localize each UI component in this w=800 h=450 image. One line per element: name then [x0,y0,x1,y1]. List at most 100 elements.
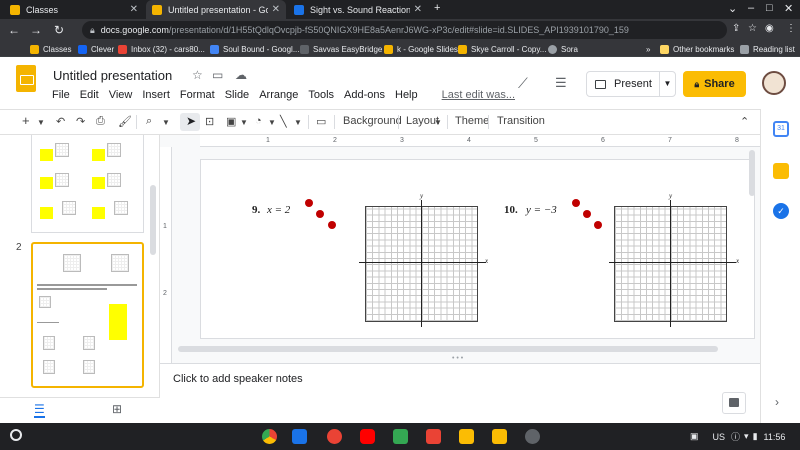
red-dot[interactable] [572,199,580,207]
document-title[interactable]: Untitled presentation [53,68,172,83]
star-icon[interactable]: ☆ [192,68,203,82]
background-button[interactable]: Background [343,115,402,127]
speaker-notes[interactable]: Click to add speaker notes [160,363,760,397]
menu-format[interactable]: Format [180,89,215,101]
theme-button[interactable]: Theme [455,115,489,127]
menu-tools[interactable]: Tools [308,89,334,101]
undo-icon[interactable]: ↶ [56,115,65,128]
image-icon[interactable]: ▣ [226,115,236,128]
settings-icon[interactable] [525,429,540,444]
tab-untitled-presentation[interactable]: Untitled presentation - Google Sl ✕ [146,0,286,19]
present-button[interactable]: Present ▼ [586,71,676,97]
menu-view[interactable]: View [109,89,133,101]
menu-file[interactable]: File [52,89,70,101]
tasks-icon[interactable]: ✓ [773,203,789,219]
line-icon[interactable]: ╲ [280,115,287,128]
bookmark-savvas[interactable]: Savvas EasyBridge [300,43,382,55]
files-icon[interactable] [292,429,307,444]
speaker-notes-placeholder[interactable]: Click to add speaker notes [173,373,303,385]
menu-slide[interactable]: Slide [225,89,249,101]
activity-trend-icon[interactable]: ⟋ [518,75,528,92]
chrome-icon[interactable] [262,429,277,444]
app-icon[interactable] [327,429,342,444]
slides-icon[interactable] [459,429,474,444]
menu-edit[interactable]: Edit [80,89,99,101]
filmstrip-view-icon[interactable]: ☰ [34,402,45,418]
new-slide-icon[interactable]: + [22,113,30,128]
slide[interactable]: 9. x = 2 x y 10. y = −3 x y [200,159,755,339]
select-tool-button[interactable]: ➤ [180,113,200,131]
launcher-icon[interactable] [10,429,22,441]
slides-logo-icon[interactable] [16,65,36,92]
zoom-icon[interactable]: ⌕ [146,115,152,128]
collapse-toolbar-icon[interactable]: ⌃ [740,115,749,128]
present-dropdown-icon[interactable]: ▼ [659,72,675,96]
bookmark-skye-carroll[interactable]: Skye Carroll - Copy... [458,43,546,55]
docs-icon[interactable] [492,429,507,444]
other-bookmarks[interactable]: Other bookmarks [660,43,734,55]
avatar[interactable] [762,71,786,95]
cloud-saved-icon[interactable]: ☁ [235,68,247,82]
last-edit-link[interactable]: Last edit was... [442,89,515,101]
red-dot[interactable] [305,199,313,207]
tab-gizmo[interactable]: Sight vs. Sound Reactions Gizm ✕ [288,0,428,19]
print-icon[interactable]: ⎙ [96,115,105,128]
horizontal-ruler[interactable]: 1 2 3 4 5 6 7 8 [200,135,760,147]
youtube-icon[interactable] [360,429,375,444]
tab-classes[interactable]: Classes ✕ [4,0,144,19]
chrome-menu-icon[interactable]: ⋮ [786,23,796,34]
tab-search-icon[interactable]: ⌄ [728,2,737,15]
bookmark-star-icon[interactable]: ☆ [748,23,757,34]
reload-icon[interactable]: ↻ [54,23,64,37]
system-tray[interactable]: ▣ US ⓘ ▾ ▮ 11:56 [690,427,785,446]
text-box-icon[interactable]: ⊡ [205,115,214,128]
more-bookmarks-icon[interactable]: » [646,43,650,55]
line-dropdown-icon[interactable]: ▼ [294,118,302,127]
shape-icon[interactable]: ◔ [255,115,262,127]
bookmark-inbox[interactable]: Inbox (32) - cars80... [118,43,205,55]
bookmark-sora[interactable]: Sora [548,43,578,55]
menu-arrange[interactable]: Arrange [259,89,298,101]
canvas-vertical-scrollbar[interactable] [749,150,755,196]
redo-icon[interactable]: ↷ [76,115,85,128]
explore-button[interactable] [722,392,746,414]
new-slide-dropdown-icon[interactable]: ▼ [37,118,45,127]
notes-resize-handle[interactable]: • • • [452,355,463,362]
bookmark-clever[interactable]: Clever [78,43,114,55]
menu-add-ons[interactable]: Add-ons [344,89,385,101]
transition-button[interactable]: Transition [497,115,545,127]
screenshot-icon[interactable]: ▣ [690,431,699,442]
red-dot[interactable] [594,221,602,229]
red-dot[interactable] [583,210,591,218]
add-comment-icon[interactable]: ▭ [316,115,326,128]
red-dot[interactable] [316,210,324,218]
paint-format-icon[interactable]: 🖌︎ [118,115,132,128]
grid-view-icon[interactable]: ⊞ [112,402,122,416]
slide-thumbnail-2[interactable] [31,242,144,388]
extension-icon[interactable]: ◉ [765,23,774,34]
lock-icon[interactable]: 🔒︎ [90,25,95,36]
layout-dropdown-icon[interactable]: ▼ [434,118,442,127]
reading-list[interactable]: Reading list [740,43,795,55]
expand-panel-icon[interactable]: › [775,395,779,409]
keep-icon[interactable] [773,163,789,179]
maximize-icon[interactable]: □ [766,2,773,14]
minimize-icon[interactable]: – [748,2,754,14]
back-icon[interactable]: ← [8,23,20,37]
comments-icon[interactable]: ☰ [555,75,567,91]
bookmark-google-slides[interactable]: k - Google Slides [384,43,458,55]
move-folder-icon[interactable]: ▭ [212,68,223,82]
calendar-icon[interactable]: 31 [773,121,789,137]
bookmark-classes[interactable]: Classes [30,43,71,55]
filmstrip-scrollbar[interactable] [150,185,156,255]
canvas-horizontal-scrollbar[interactable] [178,346,718,352]
new-tab-button[interactable]: + [434,2,440,14]
close-window-icon[interactable]: ✕ [784,2,793,15]
red-dot[interactable] [328,221,336,229]
menu-insert[interactable]: Insert [142,89,170,101]
close-tab-icon[interactable]: ✕ [414,4,422,15]
slide-thumbnail-1[interactable] [31,135,144,233]
close-tab-icon[interactable]: ✕ [272,4,280,15]
image-dropdown-icon[interactable]: ▼ [240,118,248,127]
shape-dropdown-icon[interactable]: ▼ [268,118,276,127]
